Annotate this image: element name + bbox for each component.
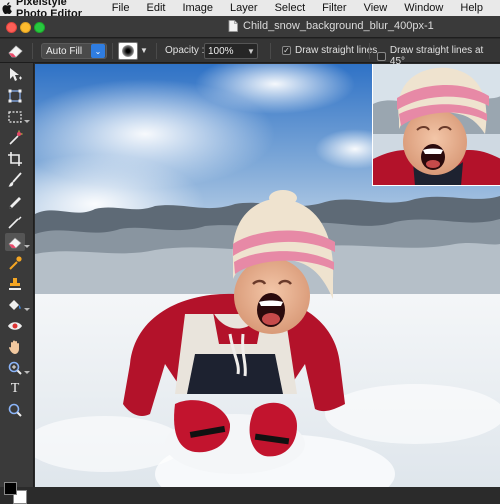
hand-icon [9,340,19,354]
tool-options-bar: Auto Fill ⌄ ▼ Opacity : 100% ▼ ✓ Draw st… [0,39,500,67]
soft-brush-icon [122,45,134,57]
zoom-window-button[interactable] [34,22,45,33]
close-window-button[interactable] [6,22,17,33]
text-tool[interactable]: T [5,380,25,398]
magic-wand-tool[interactable] [5,129,25,147]
search-tool[interactable] [5,401,25,419]
crop-icon [8,152,22,166]
toolbar-divider [32,43,33,59]
menu-select[interactable]: Select [275,2,306,14]
paint-bucket-tool[interactable] [5,296,30,314]
pencil-icon [9,197,21,209]
chevron-down-icon[interactable]: ▼ [245,47,257,56]
pen-icon [8,216,22,229]
brush-icon [8,172,22,187]
image-canvas[interactable] [35,64,500,487]
toolbar-divider [156,43,157,59]
submenu-indicator-icon [24,371,30,374]
zoom-icon [8,361,22,375]
brush-tool[interactable] [5,171,25,189]
eraser-icon [8,237,22,249]
red-eye-tool[interactable] [5,317,25,335]
menu-window[interactable]: Window [404,2,443,14]
pencil-tool[interactable] [5,192,25,210]
draw-straight-lines-label: Draw straight lines [295,45,378,56]
menu-filter[interactable]: Filter [322,2,346,14]
draw-straight-lines-45-checkbox[interactable] [377,51,386,61]
crop-tool[interactable] [5,150,25,168]
paint-bucket-icon [9,300,21,310]
move-tool[interactable] [5,66,25,84]
eye-icon [8,322,22,330]
toolbar-divider [112,43,113,59]
menu-view[interactable]: View [364,2,388,14]
draw-straight-lines-option[interactable]: ✓ Draw straight lines [282,45,377,56]
fill-mode-value: Auto Fill [46,45,83,57]
document-icon [228,20,238,32]
marquee-tool[interactable] [5,108,30,126]
eyedropper-icon [9,256,22,270]
zoom-tool[interactable] [5,359,30,377]
opacity-field[interactable]: 100% ▼ [204,43,258,59]
minimize-window-button[interactable] [20,22,31,33]
marquee-icon [8,111,22,123]
fill-mode-select[interactable]: Auto Fill ⌄ [41,43,107,59]
move-icon [10,68,22,81]
eraser-tool[interactable] [5,233,30,251]
preview-photo [373,64,500,185]
chevron-down-icon: ⌄ [91,44,105,58]
document-title-text: Child_snow_background_blur_400px-1 [243,20,434,32]
document-title: Child_snow_background_blur_400px-1 [228,20,434,32]
apple-logo-icon[interactable] [0,0,14,16]
transform-icon [8,89,22,103]
brush-dropdown-chevron-icon[interactable]: ▼ [140,46,148,56]
eraser-icon [6,43,24,59]
tools-palette: T [0,63,34,504]
foreground-color-swatch[interactable] [4,482,17,495]
clone-stamp-tool[interactable] [5,275,25,293]
opacity-value: 100% [208,45,234,57]
magnifier-icon [8,403,22,417]
submenu-indicator-icon [24,120,30,123]
menu-bar: Pixelstyle Photo Editor File Edit Image … [0,0,500,20]
menu-image[interactable]: Image [182,2,213,14]
menu-edit[interactable]: Edit [146,2,165,14]
navigator-preview-thumbnail[interactable] [372,64,500,186]
menu-file[interactable]: File [112,2,130,14]
stamp-icon [9,278,21,290]
toolbar-divider [369,43,370,59]
brush-preset-picker[interactable] [118,42,138,60]
transform-tool[interactable] [5,87,25,105]
menu-layer[interactable]: Layer [230,2,258,14]
menu-help[interactable]: Help [460,2,483,14]
eyedropper-tool[interactable] [5,254,25,272]
text-icon: T [10,381,20,396]
draw-straight-lines-checkbox[interactable]: ✓ [282,46,291,55]
submenu-indicator-icon [24,308,30,311]
window-title-bar: Child_snow_background_blur_400px-1 [0,16,500,38]
toolbar-divider [270,43,271,59]
submenu-indicator-icon [24,245,30,248]
hand-tool[interactable] [5,338,25,356]
pen-tool[interactable] [5,213,25,231]
opacity-label: Opacity : [165,45,205,56]
magic-wand-icon [9,130,23,145]
